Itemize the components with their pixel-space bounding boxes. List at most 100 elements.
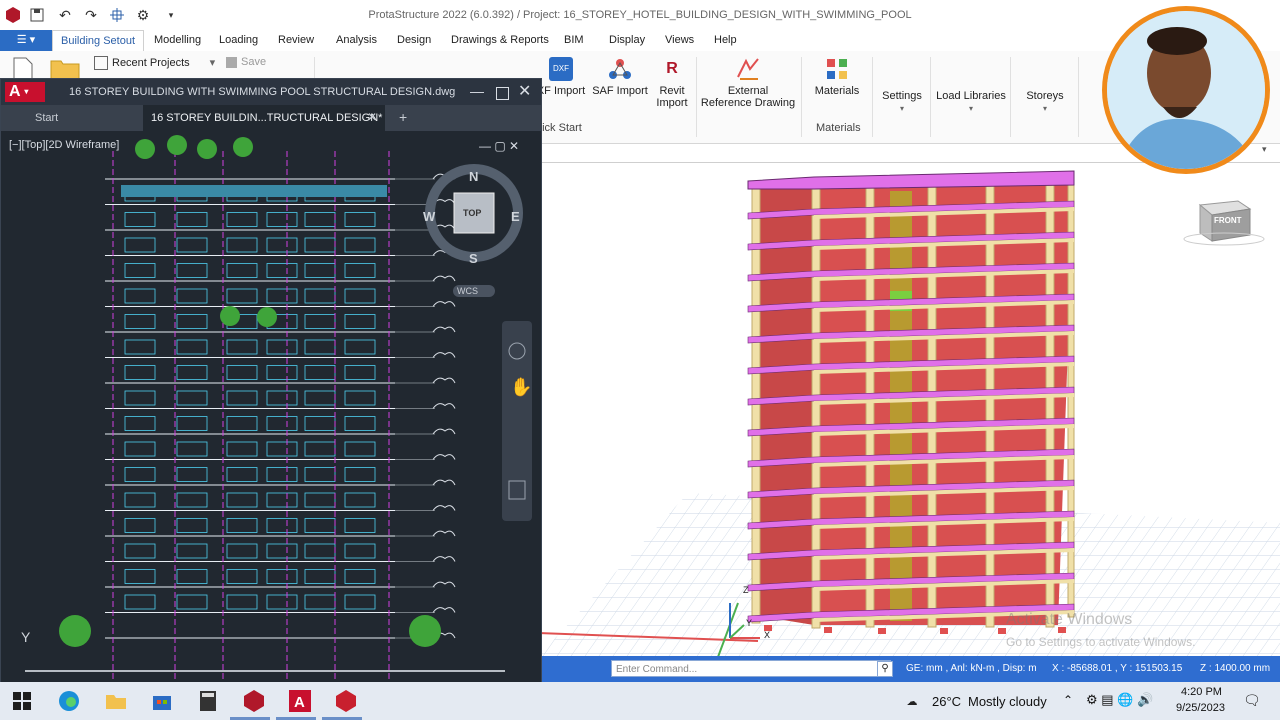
load-libraries-button[interactable]: Load Libraries ▾ bbox=[936, 90, 1006, 115]
wcs-label: WCS bbox=[457, 286, 478, 296]
tab-display[interactable]: Display bbox=[609, 34, 645, 46]
tab-analysis[interactable]: Analysis bbox=[336, 34, 377, 46]
tab-drawing-file[interactable]: 16 STOREY BUILDIN...TRUCTURAL DESIGN* ✕ bbox=[143, 105, 385, 131]
close-tab-icon[interactable]: ✕ bbox=[367, 110, 377, 124]
tab-drawings-reports[interactable]: Drawings & Reports bbox=[451, 34, 549, 46]
materials-group-label: Materials bbox=[816, 122, 861, 134]
tab-design[interactable]: Design bbox=[397, 34, 431, 46]
chevron-down-icon: ▾ bbox=[209, 56, 216, 69]
level-marker bbox=[432, 352, 456, 358]
window-outline bbox=[266, 543, 298, 559]
model-3d-viewport[interactable]: Z Y X FRONT Activate Windows Go to Setti… bbox=[537, 162, 1280, 658]
window-outline bbox=[176, 365, 208, 380]
command-input[interactable]: Enter Command... bbox=[611, 660, 891, 677]
structural-model-3d bbox=[537, 170, 1280, 658]
tab-help[interactable]: Help bbox=[714, 34, 737, 46]
window-outline bbox=[304, 569, 336, 584]
settings-button[interactable]: Settings ▾ bbox=[878, 90, 926, 115]
window-outline bbox=[266, 569, 298, 584]
window-outline bbox=[124, 518, 156, 533]
tab-bim[interactable]: BIM bbox=[564, 34, 584, 46]
window-outline bbox=[304, 441, 336, 457]
saf-import-button[interactable]: SAF Import bbox=[592, 57, 648, 97]
reference-drawing-icon bbox=[736, 57, 760, 81]
search-icon[interactable]: ⚲ bbox=[877, 661, 893, 677]
edge-browser-icon[interactable] bbox=[57, 689, 81, 713]
tab-start[interactable]: Start bbox=[35, 112, 58, 124]
tab-review[interactable]: Review bbox=[278, 34, 314, 46]
autocad-window[interactable]: A ▾ 16 STOREY BUILDING WITH SWIMMING POO… bbox=[0, 78, 542, 684]
revit-import-button[interactable]: R Revit Import bbox=[652, 57, 692, 109]
activate-windows-title: Activate Windows bbox=[1006, 611, 1133, 628]
weather-icon[interactable]: ☁ bbox=[900, 689, 924, 713]
window-outline bbox=[344, 416, 376, 431]
new-tab-icon[interactable]: + bbox=[399, 109, 407, 125]
window-outline bbox=[176, 416, 208, 431]
recent-projects-button[interactable]: Recent Projects ▾ bbox=[94, 56, 215, 70]
dxf-import-button[interactable]: DXF XF Import bbox=[536, 57, 586, 97]
window-outline bbox=[344, 569, 376, 584]
pan-hand-icon[interactable]: ✋ bbox=[510, 376, 532, 397]
windows-start-icon[interactable] bbox=[10, 689, 34, 713]
window-outline bbox=[266, 441, 298, 457]
weather-temperature[interactable]: 26°C bbox=[932, 694, 961, 709]
window-outline bbox=[124, 212, 156, 227]
protastructure-2-taskbar-icon[interactable] bbox=[334, 689, 358, 713]
svg-text:A: A bbox=[294, 694, 305, 711]
window-outline bbox=[344, 518, 376, 533]
window-outline bbox=[304, 263, 336, 278]
minimize-icon[interactable]: — bbox=[470, 83, 484, 99]
autocad-logo-icon[interactable]: A ▾ bbox=[5, 82, 45, 102]
tab-building-setout[interactable]: Building Setout bbox=[52, 30, 144, 53]
file-menu-button[interactable]: ☰ ▾ bbox=[0, 30, 52, 51]
ribbon-separator bbox=[872, 57, 873, 137]
window-outline bbox=[124, 416, 156, 431]
materials-button[interactable]: Materials bbox=[812, 57, 862, 97]
window-title: ProtaStructure 2022 (6.0.392) / Project:… bbox=[368, 9, 912, 21]
notifications-icon[interactable]: 🗨 bbox=[1243, 692, 1261, 709]
tray-chevron-up-icon[interactable]: ⌃ bbox=[1063, 693, 1073, 707]
autocad-window-title: 16 STOREY BUILDING WITH SWIMMING POOL ST… bbox=[69, 86, 456, 98]
storeys-button[interactable]: Storeys ▾ bbox=[1022, 90, 1068, 115]
protastructure-taskbar-icon[interactable] bbox=[242, 689, 266, 713]
close-icon[interactable]: ✕ bbox=[518, 81, 531, 101]
ribbon-collapse-icon[interactable]: ▾ bbox=[1262, 144, 1267, 155]
file-explorer-icon[interactable] bbox=[104, 689, 128, 713]
compass-north: N bbox=[469, 169, 479, 184]
window-outline bbox=[124, 288, 156, 304]
window-outline bbox=[176, 390, 208, 406]
level-marker bbox=[432, 454, 456, 460]
axis-x-label: X bbox=[764, 630, 771, 640]
clock-date[interactable]: 9/25/2023 bbox=[1176, 702, 1225, 714]
tab-loading[interactable]: Loading bbox=[219, 34, 258, 46]
window-outline bbox=[226, 543, 258, 559]
external-reference-drawing-button[interactable]: External Reference Drawing bbox=[700, 57, 796, 109]
ribbon-separator bbox=[1010, 57, 1011, 137]
window-outline bbox=[344, 441, 376, 457]
level-marker bbox=[432, 301, 456, 307]
z-readout: Z : 1400.00 mm bbox=[1200, 663, 1271, 674]
tab-views[interactable]: Views bbox=[665, 34, 694, 46]
window-outline bbox=[226, 212, 258, 227]
window-outline bbox=[176, 594, 208, 610]
tab-modelling[interactable]: Modelling bbox=[154, 34, 201, 46]
navigation-bar[interactable] bbox=[502, 321, 532, 521]
calculator-icon[interactable] bbox=[196, 689, 220, 713]
quick-start-group-label: uick Start bbox=[536, 122, 582, 134]
level-marker bbox=[432, 505, 456, 511]
autocad-taskbar-icon[interactable]: A bbox=[288, 689, 312, 713]
clock-time[interactable]: 4:20 PM bbox=[1181, 686, 1222, 698]
window-outline bbox=[226, 416, 258, 431]
window-outline bbox=[226, 594, 258, 610]
autocad-drawing-area[interactable]: [−][Top][2D Wireframe] — ▢ ✕ ✋ N S E W T… bbox=[5, 131, 537, 679]
window-outline bbox=[304, 492, 336, 508]
tray-apps-icons[interactable]: ⚙ ▤ 🌐 🔊 bbox=[1086, 692, 1153, 708]
window-outline bbox=[304, 339, 336, 355]
maximize-icon[interactable] bbox=[496, 87, 509, 100]
window-outline bbox=[176, 237, 208, 253]
weather-description[interactable]: Mostly cloudy bbox=[968, 694, 1047, 709]
ucs-y-label: Y bbox=[21, 629, 31, 645]
window-outline bbox=[304, 390, 336, 406]
save-button[interactable]: Save bbox=[226, 56, 266, 68]
store-icon[interactable] bbox=[150, 689, 174, 713]
